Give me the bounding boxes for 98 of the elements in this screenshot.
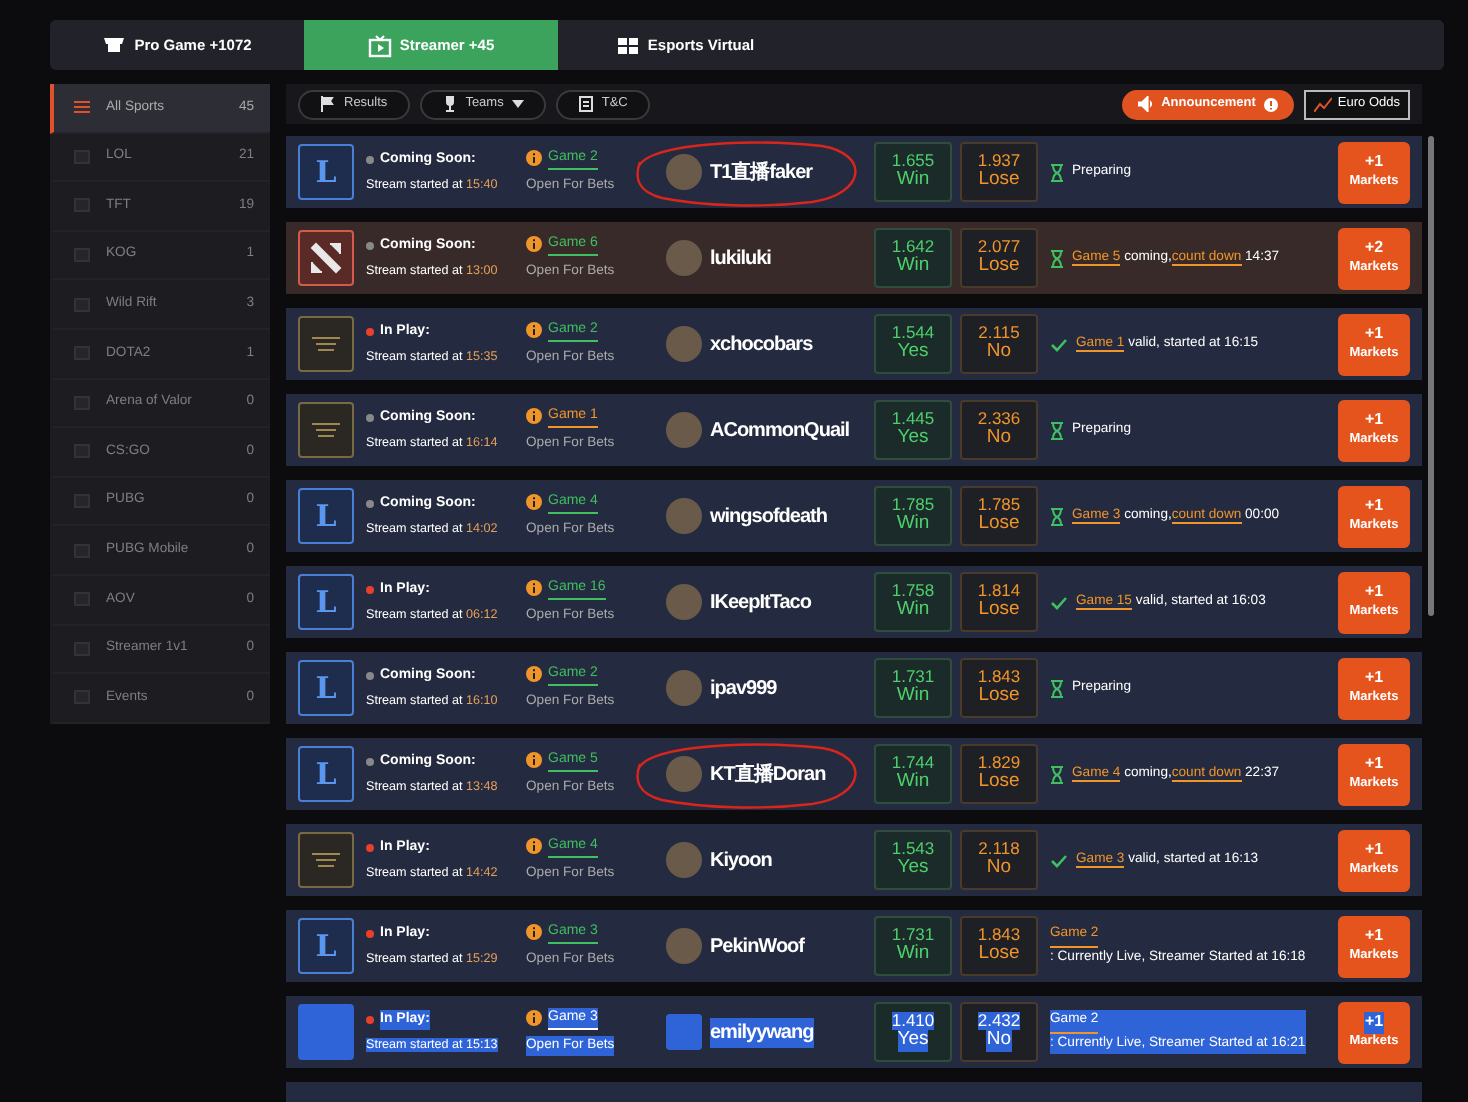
status-dot	[366, 413, 374, 422]
odds-button[interactable]: 1.731 Win	[874, 916, 952, 976]
brand-emblem-icon	[308, 420, 344, 440]
game-logo: L	[298, 144, 354, 200]
hourglass-icon	[1050, 421, 1064, 439]
info-icon	[526, 1010, 542, 1027]
list-icon	[74, 100, 90, 115]
status-dot	[366, 1015, 374, 1024]
status-dot	[366, 671, 374, 680]
odds-button[interactable]: 1.642 Win	[874, 228, 952, 288]
hourglass-icon	[1050, 249, 1064, 267]
hourglass-icon	[1050, 507, 1064, 525]
game-logo: L	[298, 660, 354, 716]
info-icon	[526, 236, 542, 253]
streamer-name[interactable]: lukiluki	[710, 243, 771, 273]
caret-icon	[511, 100, 524, 108]
status-dot	[366, 757, 374, 766]
chart-icon	[1313, 96, 1332, 112]
info-icon	[1263, 97, 1278, 111]
game-logo: L	[298, 574, 354, 630]
info-icon	[526, 408, 542, 425]
odds-button[interactable]: 1.785 Lose	[960, 486, 1038, 546]
odds-button[interactable]: 2.077 Lose	[960, 228, 1038, 288]
avatar	[666, 154, 702, 190]
flag-icon	[320, 96, 336, 112]
odds-button[interactable]: 2.118 No	[960, 830, 1038, 890]
odds-button[interactable]: 1.758 Win	[874, 572, 952, 632]
avatar	[666, 928, 702, 964]
avatar	[666, 412, 702, 448]
checkmark-icon	[1050, 853, 1068, 867]
odds-button[interactable]: 1.543 Yes	[874, 830, 952, 890]
hourglass-icon	[1050, 679, 1064, 697]
streamer-name[interactable]: Kiyoon	[710, 845, 772, 875]
game-logo: L	[298, 488, 354, 544]
game-logo	[298, 1004, 354, 1060]
info-icon	[526, 924, 542, 941]
info-icon	[526, 322, 542, 339]
status-dot	[366, 155, 374, 164]
odds-button[interactable]: 1.445 Yes	[874, 400, 952, 460]
checkmark-icon	[1050, 337, 1068, 351]
streamer-name[interactable]: ipav999	[710, 673, 777, 703]
status-dot	[366, 843, 374, 852]
streamer-name[interactable]: KT直播Doran	[710, 759, 826, 789]
status-dot	[366, 499, 374, 508]
streamer-name[interactable]: emilyywang	[710, 1017, 814, 1047]
info-icon	[526, 580, 542, 597]
document-icon	[577, 96, 594, 112]
status-dot	[366, 327, 374, 336]
odds-button[interactable]: 1.843 Lose	[960, 916, 1038, 976]
status-dot	[366, 241, 374, 250]
odds-button[interactable]: 2.115 No	[960, 314, 1038, 374]
dota-icon	[310, 242, 342, 274]
odds-button[interactable]: 1.731 Win	[874, 658, 952, 718]
scrollbar[interactable]	[1428, 136, 1434, 616]
brand-emblem-icon	[308, 850, 344, 870]
avatar	[666, 240, 702, 276]
hourglass-icon	[1050, 765, 1064, 783]
hourglass-icon	[1050, 163, 1064, 181]
odds-button[interactable]: 1.814 Lose	[960, 572, 1038, 632]
avatar	[666, 498, 702, 534]
speaker-icon	[1137, 96, 1154, 112]
status-dot	[366, 929, 374, 938]
avatar	[666, 584, 702, 620]
avatar	[666, 670, 702, 706]
streamer-name[interactable]: PekinWoof	[710, 931, 804, 961]
odds-button[interactable]: 1.410 Yes	[874, 1002, 952, 1062]
odds-button[interactable]: 1.829 Lose	[960, 744, 1038, 804]
info-icon	[526, 150, 542, 167]
trophy-icon	[441, 96, 458, 112]
odds-button[interactable]: 2.432 No	[960, 1002, 1038, 1062]
avatar	[666, 756, 702, 792]
streamer-name[interactable]: T1直播faker	[710, 157, 813, 187]
odds-button[interactable]: 1.655 Win	[874, 142, 952, 202]
odds-button[interactable]: 1.937 Lose	[960, 142, 1038, 202]
game-logo: L	[298, 746, 354, 802]
odds-button[interactable]: 1.843 Lose	[960, 658, 1038, 718]
streamer-name[interactable]: IKeepItTaco	[710, 587, 811, 617]
helmet-icon	[102, 33, 127, 57]
streamer-name[interactable]: wingsofdeath	[710, 501, 827, 531]
streamer-name[interactable]: ACommonQuail	[710, 415, 850, 445]
tv-icon	[367, 33, 392, 57]
odds-button[interactable]: 1.544 Yes	[874, 314, 952, 374]
game-logo: L	[298, 918, 354, 974]
checkmark-icon	[1050, 595, 1068, 609]
info-icon	[526, 666, 542, 683]
streamer-name[interactable]: xchocobars	[710, 329, 813, 359]
avatar	[666, 326, 702, 362]
info-icon	[526, 752, 542, 769]
grid-icon	[615, 33, 640, 57]
info-icon	[526, 494, 542, 511]
odds-button[interactable]: 2.336 No	[960, 400, 1038, 460]
info-icon	[526, 838, 542, 855]
avatar	[666, 842, 702, 878]
brand-emblem-icon	[308, 334, 344, 354]
status-dot	[366, 585, 374, 594]
odds-button[interactable]: 1.744 Win	[874, 744, 952, 804]
odds-button[interactable]: 1.785 Win	[874, 486, 952, 546]
avatar	[666, 1014, 702, 1050]
